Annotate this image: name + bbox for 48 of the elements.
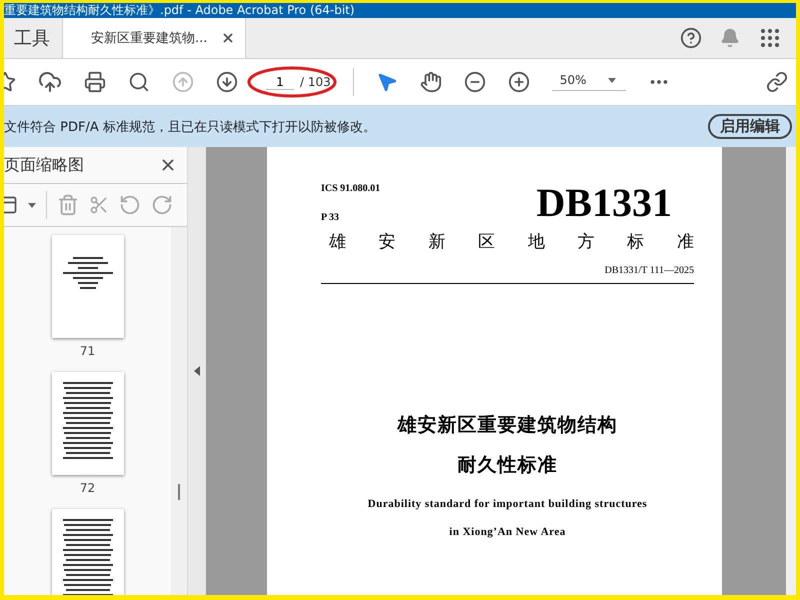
collapse-handle[interactable] — [188, 147, 206, 595]
category-character: 方 — [578, 231, 595, 253]
page-thumbnail[interactable] — [52, 235, 124, 338]
tab[interactable]: 安新区重要建筑物... — [62, 18, 246, 58]
window-title: 重要建筑物结构耐久性标准》.pdf - Adobe Acrobat Pro (64-bit) — [4, 3, 355, 18]
page-number: 71 — [80, 344, 96, 358]
category-character: 新 — [428, 231, 446, 253]
standard-code: DB1331 — [536, 179, 672, 226]
english-title: in Xiong’An New Area — [448, 526, 567, 538]
document-title: 雄安新区重要建筑物结构 — [396, 413, 618, 438]
ics-code: ICS 91.080.01 — [321, 183, 380, 194]
tab[interactable]: 工具 — [4, 18, 62, 58]
cloud-upload-icon[interactable] — [38, 70, 62, 94]
caret-icon[interactable] — [28, 202, 36, 208]
page-number-field[interactable]: 1 — [266, 74, 294, 90]
zoom-dropdown[interactable]: 50% — [552, 73, 626, 91]
page-total: / 103 — [300, 75, 331, 89]
notice-text: 文件符合 PDF/A 标准规范，且已在只读模式下打开以防被修改。 — [4, 118, 376, 136]
link-icon[interactable] — [766, 71, 788, 93]
arrow-down-icon[interactable] — [216, 71, 238, 93]
enable-editing-button[interactable]: 启用编辑 — [708, 114, 792, 139]
close-icon[interactable] — [221, 31, 236, 45]
category-character: 安 — [378, 231, 396, 253]
document-title: 耐久性标准 — [456, 453, 558, 478]
category-character: 区 — [478, 231, 496, 253]
class-code: P 33 — [321, 212, 340, 223]
standard-number: DB1331/T 111—2025 — [604, 265, 694, 276]
help-icon[interactable] — [680, 27, 702, 49]
category-character: 雄 — [329, 231, 346, 253]
category-character: 准 — [676, 231, 694, 253]
page-thumbnail[interactable] — [52, 372, 124, 475]
zoom-out-icon[interactable] — [464, 71, 486, 93]
page-number: 72 — [80, 481, 96, 495]
panel-title: 页面缩略图 — [4, 154, 84, 176]
options-icon[interactable] — [4, 195, 18, 215]
collapse-arrow-icon — [194, 366, 200, 376]
hand-icon[interactable] — [420, 71, 442, 93]
printer-icon[interactable] — [84, 71, 106, 93]
pointer-icon[interactable] — [376, 71, 398, 93]
english-title: Durability standard for important building structures — [366, 498, 648, 510]
zoom-in-icon[interactable] — [508, 71, 530, 93]
category-character: 地 — [528, 231, 545, 253]
scrollbar[interactable] — [786, 147, 796, 595]
search-icon[interactable] — [128, 71, 150, 93]
category-character: 标 — [627, 231, 644, 253]
apps-grid-icon[interactable] — [758, 26, 782, 50]
scrollbar[interactable] — [171, 227, 187, 595]
page-thumbnail[interactable] — [52, 509, 124, 595]
